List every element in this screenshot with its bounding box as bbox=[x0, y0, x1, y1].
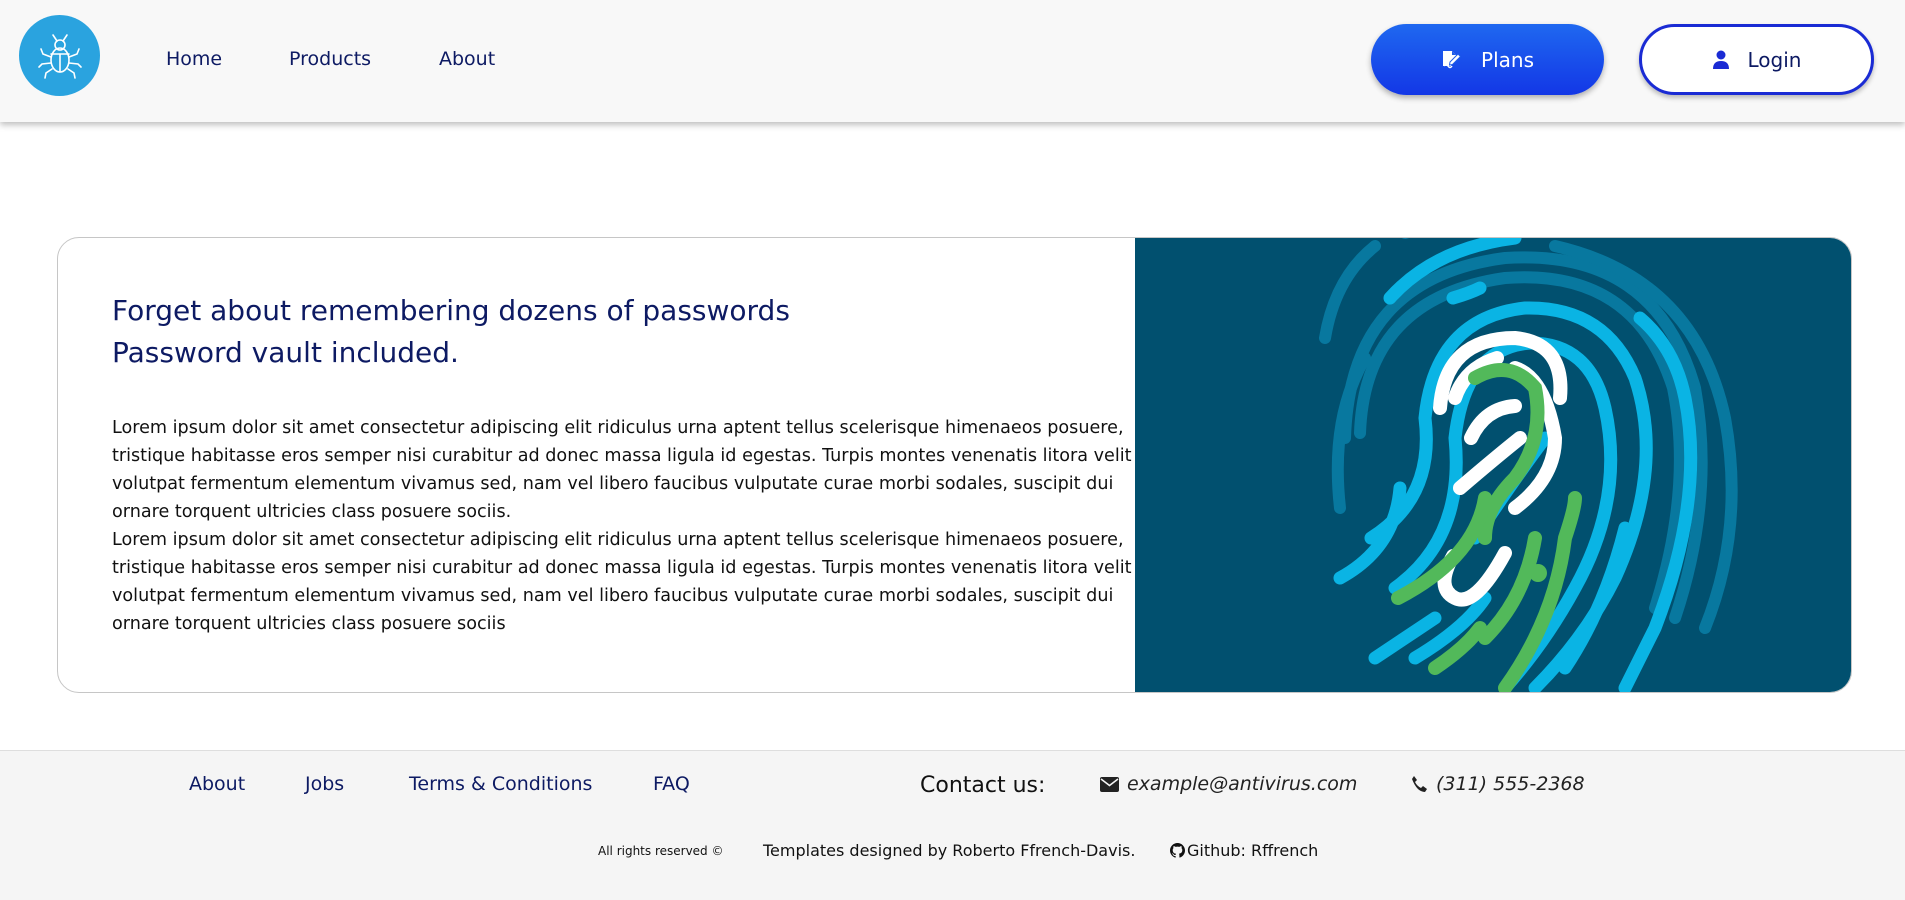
signature-icon bbox=[1443, 50, 1462, 68]
login-button-label: Login bbox=[1747, 47, 1802, 72]
feature-paragraph-2: Lorem ipsum dolor sit amet consectetur a… bbox=[112, 530, 1132, 634]
github-link[interactable]: Github: Rffrench bbox=[1170, 841, 1318, 860]
user-icon bbox=[1712, 50, 1729, 69]
footer-about-link[interactable]: About bbox=[189, 773, 245, 795]
copyright-text: All rights reserved © bbox=[598, 844, 724, 858]
phone-icon bbox=[1412, 776, 1427, 792]
github-icon bbox=[1170, 843, 1185, 858]
feature-card: Forget about remembering dozens of passw… bbox=[57, 237, 1852, 693]
nav-home-link[interactable]: Home bbox=[166, 48, 222, 70]
feature-heading: Forget about remembering dozens of passw… bbox=[112, 290, 790, 374]
contact-label: Contact us: bbox=[920, 773, 1046, 798]
feature-heading-line1: Forget about remembering dozens of passw… bbox=[112, 294, 790, 327]
page-footer: About Jobs Terms & Conditions FAQ Contac… bbox=[0, 750, 1905, 900]
contact-phone-text: (311) 555-2368 bbox=[1436, 773, 1585, 795]
footer-faq-link[interactable]: FAQ bbox=[653, 773, 690, 795]
contact-email-text: example@antivirus.com bbox=[1127, 773, 1358, 795]
github-link-text: Github: Rffrench bbox=[1187, 841, 1319, 860]
feature-paragraph-1: Lorem ipsum dolor sit amet consectetur a… bbox=[112, 418, 1132, 522]
logo-home-link[interactable] bbox=[19, 15, 100, 96]
footer-jobs-link[interactable]: Jobs bbox=[305, 773, 344, 795]
fingerprint-image bbox=[1135, 238, 1851, 692]
feature-description: Lorem ipsum dolor sit amet consectetur a… bbox=[112, 414, 1142, 638]
bug-icon bbox=[37, 33, 82, 79]
envelope-icon bbox=[1100, 776, 1119, 792]
contact-email[interactable]: example@antivirus.com bbox=[1100, 773, 1357, 795]
footer-terms-link[interactable]: Terms & Conditions bbox=[409, 773, 592, 795]
nav-about-link[interactable]: About bbox=[439, 48, 495, 70]
nav-products-link[interactable]: Products bbox=[289, 48, 371, 70]
feature-heading-line2: Password vault included. bbox=[112, 336, 459, 369]
fingerprint-icon bbox=[1319, 238, 1738, 692]
plans-button-label: Plans bbox=[1481, 47, 1534, 72]
contact-phone[interactable]: (311) 555-2368 bbox=[1410, 773, 1585, 795]
credits-text: Templates designed by Roberto Ffrench-Da… bbox=[763, 841, 1136, 860]
plans-button[interactable]: Plans bbox=[1371, 24, 1604, 95]
login-button[interactable]: Login bbox=[1639, 24, 1874, 95]
top-navbar: Home Products About Plans Login bbox=[0, 0, 1905, 122]
